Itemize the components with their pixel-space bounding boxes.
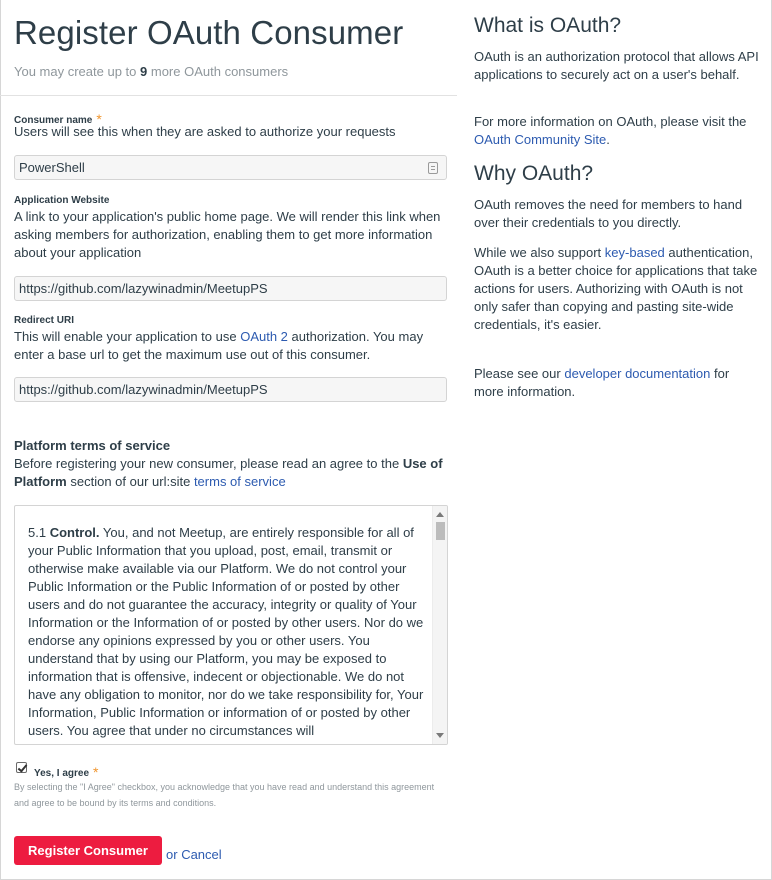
- or-text: or: [166, 847, 178, 862]
- platform-terms-heading: Platform terms of service: [14, 438, 171, 453]
- why-oauth-heading: Why OAuth?: [474, 162, 594, 185]
- terms-of-service-link[interactable]: terms of service: [194, 474, 286, 489]
- redirect-uri-value: https://github.com/lazywinadmin/MeetupPS: [19, 382, 268, 397]
- application-website-label: Application Website: [14, 195, 110, 206]
- registration-form: Register OAuth Consumer You may create u…: [0, 0, 457, 880]
- subtitle-prefix: You may create up to: [14, 64, 137, 79]
- redirect-uri-label: Redirect URI: [14, 315, 75, 326]
- terms-intro-middle: section of our url:site: [70, 474, 191, 489]
- cancel-link[interactable]: Cancel: [181, 847, 221, 862]
- terms-section-number: 5.1: [28, 525, 47, 540]
- scroll-down-icon[interactable]: [436, 733, 444, 738]
- consumer-quota-count: 9: [140, 64, 148, 79]
- agree-label[interactable]: Yes, I agree *: [34, 763, 99, 780]
- agree-label-text: Yes, I agree: [34, 768, 90, 779]
- more-info-before: For more information on OAuth, please vi…: [474, 114, 747, 129]
- terms-scrollbar[interactable]: [432, 506, 447, 744]
- key-based-link[interactable]: key-based: [605, 245, 665, 260]
- redirect-uri-help: This will enable your application to use…: [14, 328, 450, 364]
- key-based-before: While we also support: [474, 245, 602, 260]
- more-info-text: For more information on OAuth, please vi…: [474, 113, 762, 149]
- developer-documentation-link[interactable]: developer documentation: [564, 366, 710, 381]
- scroll-thumb[interactable]: [436, 522, 445, 540]
- what-is-oauth-heading: What is OAuth?: [474, 14, 622, 37]
- subtitle-suffix: more OAuth consumers: [150, 64, 289, 79]
- consumer-name-input[interactable]: PowerShell: [14, 155, 447, 180]
- key-based-text: While we also support key-based authenti…: [474, 244, 762, 334]
- consumer-name-help: Users will see this when they are asked …: [14, 124, 396, 139]
- application-website-help: A link to your application's public home…: [14, 209, 441, 260]
- scroll-up-icon[interactable]: [436, 512, 444, 517]
- redirect-uri-help-before: This will enable your application to use: [14, 329, 237, 344]
- page-title: Register OAuth Consumer: [14, 14, 404, 51]
- why-oauth-text: OAuth removes the need for members to ha…: [474, 197, 743, 230]
- developer-docs-before: Please see our: [474, 366, 561, 381]
- required-asterisk: *: [93, 764, 99, 780]
- terms-intro-before: Before registering your new consumer, pl…: [14, 456, 400, 471]
- more-info-after: .: [606, 132, 610, 147]
- agree-checkbox[interactable]: [16, 762, 27, 773]
- application-website-value: https://github.com/lazywinadmin/MeetupPS: [19, 281, 268, 296]
- terms-text: 5.1 Control. You, and not Meetup, are en…: [28, 524, 428, 740]
- consumer-quota-text: You may create up to 9 more OAuth consum…: [14, 64, 288, 79]
- application-website-input[interactable]: https://github.com/lazywinadmin/MeetupPS: [14, 276, 447, 301]
- oauth2-link[interactable]: OAuth 2: [240, 329, 288, 344]
- what-is-oauth-text: OAuth is an authorization protocol that …: [474, 49, 759, 82]
- cancel-area: or Cancel: [166, 847, 222, 862]
- terms-section-title: Control.: [49, 525, 100, 540]
- terms-scroll-box[interactable]: 5.1 Control. You, and not Meetup, are en…: [14, 505, 448, 745]
- oauth-community-site-link[interactable]: OAuth Community Site: [474, 132, 606, 147]
- platform-terms-intro: Before registering your new consumer, pl…: [14, 455, 450, 491]
- form-field-icon[interactable]: [428, 162, 438, 174]
- header-divider: [0, 95, 457, 96]
- agree-note: By selecting the "I Agree" checkbox, you…: [14, 782, 435, 808]
- developer-docs-text: Please see our developer documentation f…: [474, 365, 762, 401]
- consumer-name-value: PowerShell: [19, 160, 85, 175]
- redirect-uri-input[interactable]: https://github.com/lazywinadmin/MeetupPS: [14, 377, 447, 402]
- register-consumer-button[interactable]: Register Consumer: [14, 836, 162, 865]
- terms-section-body: You, and not Meetup, are entirely respon…: [28, 525, 424, 738]
